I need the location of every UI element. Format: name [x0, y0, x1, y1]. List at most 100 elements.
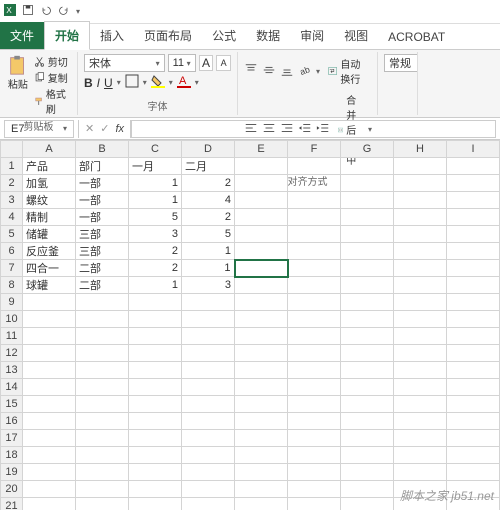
cell-H9[interactable] — [394, 294, 447, 311]
cell-B12[interactable] — [76, 345, 129, 362]
row-header-5[interactable]: 5 — [1, 226, 23, 243]
cell-C11[interactable] — [129, 328, 182, 345]
cell-E3[interactable] — [235, 192, 288, 209]
row-header-6[interactable]: 6 — [1, 243, 23, 260]
col-header-G[interactable]: G — [341, 141, 394, 158]
cell-H6[interactable] — [394, 243, 447, 260]
cell-I15[interactable] — [447, 396, 500, 413]
row-header-16[interactable]: 16 — [1, 413, 23, 430]
cell-B16[interactable] — [76, 413, 129, 430]
align-top-button[interactable] — [244, 63, 258, 80]
cell-G7[interactable] — [341, 260, 394, 277]
row-header-18[interactable]: 18 — [1, 447, 23, 464]
cell-B5[interactable]: 三部 — [76, 226, 129, 243]
decrease-indent-button[interactable] — [298, 121, 312, 138]
cell-B13[interactable] — [76, 362, 129, 379]
cell-B21[interactable] — [76, 498, 129, 510]
cell-C6[interactable]: 2 — [129, 243, 182, 260]
cell-F20[interactable] — [288, 481, 341, 498]
cell-D2[interactable]: 2 — [182, 175, 235, 192]
cell-A9[interactable] — [23, 294, 76, 311]
cell-I7[interactable] — [447, 260, 500, 277]
cell-D3[interactable]: 4 — [182, 192, 235, 209]
tab-acrobat[interactable]: ACROBAT — [378, 25, 455, 49]
cell-B17[interactable] — [76, 430, 129, 447]
cell-F18[interactable] — [288, 447, 341, 464]
cell-G11[interactable] — [341, 328, 394, 345]
cell-B2[interactable]: 一部 — [76, 175, 129, 192]
cell-G5[interactable] — [341, 226, 394, 243]
cell-B9[interactable] — [76, 294, 129, 311]
cell-E20[interactable] — [235, 481, 288, 498]
row-header-9[interactable]: 9 — [1, 294, 23, 311]
row-header-15[interactable]: 15 — [1, 396, 23, 413]
cell-A18[interactable] — [23, 447, 76, 464]
cell-C12[interactable] — [129, 345, 182, 362]
cell-A10[interactable] — [23, 311, 76, 328]
row-header-13[interactable]: 13 — [1, 362, 23, 379]
cell-G20[interactable] — [341, 481, 394, 498]
tab-view[interactable]: 视图 — [334, 22, 378, 49]
cell-F10[interactable] — [288, 311, 341, 328]
cell-C21[interactable] — [129, 498, 182, 510]
font-color-button[interactable]: A — [177, 74, 191, 91]
cell-E5[interactable] — [235, 226, 288, 243]
cell-E13[interactable] — [235, 362, 288, 379]
cell-D19[interactable] — [182, 464, 235, 481]
cell-F19[interactable] — [288, 464, 341, 481]
cell-E6[interactable] — [235, 243, 288, 260]
cell-F5[interactable] — [288, 226, 341, 243]
cell-E12[interactable] — [235, 345, 288, 362]
cell-G19[interactable] — [341, 464, 394, 481]
cell-D15[interactable] — [182, 396, 235, 413]
cell-A8[interactable]: 球罐 — [23, 277, 76, 294]
cell-I6[interactable] — [447, 243, 500, 260]
cell-G8[interactable] — [341, 277, 394, 294]
cell-A1[interactable]: 产品 — [23, 158, 76, 175]
cell-F16[interactable] — [288, 413, 341, 430]
cell-D4[interactable]: 2 — [182, 209, 235, 226]
cell-E19[interactable] — [235, 464, 288, 481]
align-bottom-button[interactable] — [280, 63, 294, 80]
cell-F14[interactable] — [288, 379, 341, 396]
cell-D12[interactable] — [182, 345, 235, 362]
cell-A19[interactable] — [23, 464, 76, 481]
cell-A16[interactable] — [23, 413, 76, 430]
cell-D1[interactable]: 二月 — [182, 158, 235, 175]
cell-A3[interactable]: 螺纹 — [23, 192, 76, 209]
cell-F8[interactable] — [288, 277, 341, 294]
cell-I12[interactable] — [447, 345, 500, 362]
col-header-E[interactable]: E — [235, 141, 288, 158]
cell-I4[interactable] — [447, 209, 500, 226]
cell-D13[interactable] — [182, 362, 235, 379]
cell-G17[interactable] — [341, 430, 394, 447]
cell-G15[interactable] — [341, 396, 394, 413]
bold-button[interactable]: B — [84, 76, 93, 90]
cell-E16[interactable] — [235, 413, 288, 430]
format-painter-button[interactable]: 格式刷 — [34, 86, 71, 116]
font-size-select[interactable]: 11▾ — [168, 54, 196, 72]
cell-D21[interactable] — [182, 498, 235, 510]
col-header-C[interactable]: C — [129, 141, 182, 158]
tab-insert[interactable]: 插入 — [90, 22, 134, 49]
row-header-7[interactable]: 7 — [1, 260, 23, 277]
col-header-D[interactable]: D — [182, 141, 235, 158]
row-header-17[interactable]: 17 — [1, 430, 23, 447]
cell-H5[interactable] — [394, 226, 447, 243]
cell-G2[interactable] — [341, 175, 394, 192]
cell-D17[interactable] — [182, 430, 235, 447]
cell-G21[interactable] — [341, 498, 394, 510]
cell-E10[interactable] — [235, 311, 288, 328]
cell-E4[interactable] — [235, 209, 288, 226]
cell-H12[interactable] — [394, 345, 447, 362]
cell-A13[interactable] — [23, 362, 76, 379]
cell-I13[interactable] — [447, 362, 500, 379]
fill-color-button[interactable] — [151, 74, 165, 91]
cell-I14[interactable] — [447, 379, 500, 396]
row-header-21[interactable]: 21 — [1, 498, 23, 510]
cell-C16[interactable] — [129, 413, 182, 430]
cell-I16[interactable] — [447, 413, 500, 430]
cell-B6[interactable]: 三部 — [76, 243, 129, 260]
row-header-11[interactable]: 11 — [1, 328, 23, 345]
tab-page-layout[interactable]: 页面布局 — [134, 22, 202, 49]
